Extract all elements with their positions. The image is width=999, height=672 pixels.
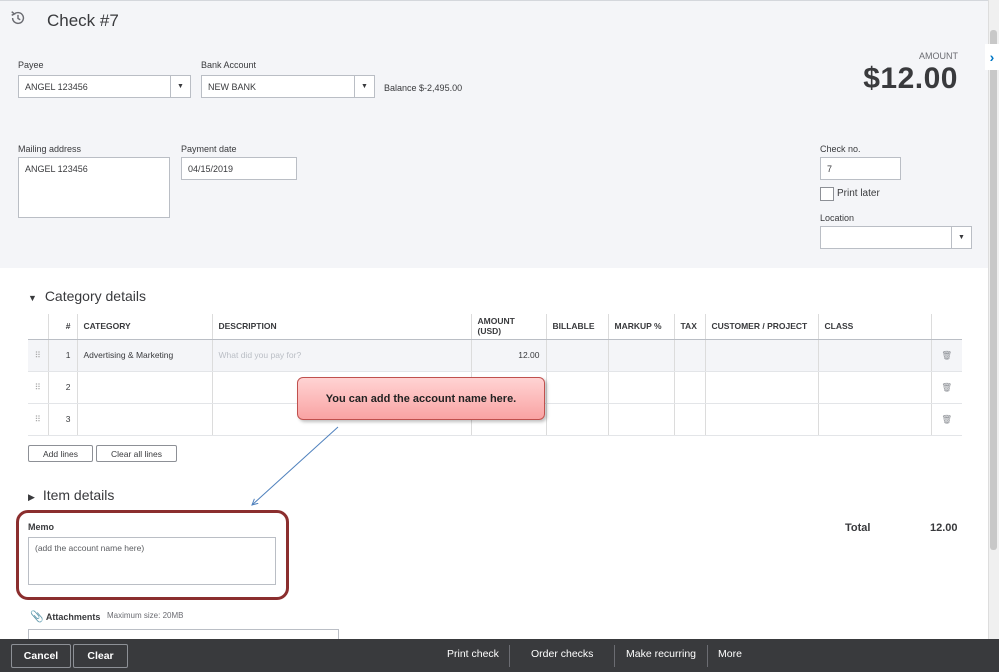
print-check-link[interactable]: Print check xyxy=(447,648,499,660)
column-header: TAX xyxy=(674,314,706,340)
row-number: 2 xyxy=(48,371,78,404)
cancel-button[interactable]: Cancel xyxy=(11,644,71,668)
mailing-address-field[interactable]: ANGEL 123456 xyxy=(18,157,170,218)
column-header: AMOUNT (USD) xyxy=(471,314,547,340)
mailing-address-label: Mailing address xyxy=(18,144,82,154)
caret-right-icon[interactable]: ▶ xyxy=(28,492,35,502)
table-header-row: # CATEGORY DESCRIPTION AMOUNT (USD) BILL… xyxy=(28,314,962,340)
scrollbar[interactable] xyxy=(988,0,999,640)
attachments-max-size: Maximum size: 20MB xyxy=(107,611,184,620)
trash-icon[interactable]: 🗑 xyxy=(931,339,962,372)
row-number: 1 xyxy=(48,339,78,372)
tax-cell[interactable] xyxy=(674,371,706,404)
class-cell[interactable] xyxy=(818,403,932,436)
attachments-text: Attachments xyxy=(45,612,101,622)
actions-column-header xyxy=(931,314,962,340)
chevron-down-icon[interactable]: ▼ xyxy=(170,76,190,97)
chevron-right-icon[interactable]: › xyxy=(985,44,999,70)
page-title: Check #7 xyxy=(47,11,119,30)
bank-account-label: Bank Account xyxy=(201,60,257,70)
item-details-header[interactable]: ▶ Item details xyxy=(28,487,114,503)
payee-select[interactable]: ANGEL 123456 ▼ xyxy=(18,75,191,98)
tax-cell[interactable] xyxy=(674,403,706,436)
footer-bar xyxy=(0,639,999,672)
order-checks-link[interactable]: Order checks xyxy=(531,648,593,660)
footer-divider xyxy=(707,645,708,667)
attachments-label: 📎 Attachments xyxy=(30,610,100,623)
drag-column-header xyxy=(28,314,49,340)
markup-cell[interactable] xyxy=(608,371,675,404)
class-cell[interactable] xyxy=(818,339,932,372)
chevron-down-icon[interactable]: ▼ xyxy=(354,76,374,97)
drag-handle-icon[interactable]: ⠿ xyxy=(28,403,49,436)
column-header: DESCRIPTION xyxy=(212,314,472,340)
amount-value: $12.00 xyxy=(863,62,958,95)
payee-label: Payee xyxy=(18,60,44,70)
memo-highlight xyxy=(16,510,289,600)
amount-label: AMOUNT xyxy=(919,51,958,61)
bank-account-value: NEW BANK xyxy=(208,82,257,92)
location-label: Location xyxy=(820,213,855,223)
category-cell[interactable] xyxy=(77,403,213,436)
billable-cell[interactable] xyxy=(546,339,609,372)
total-value: 12.00 xyxy=(930,522,958,534)
table-row[interactable]: ⠿ 1 Advertising & Marketing What did you… xyxy=(28,339,962,372)
history-icon[interactable] xyxy=(9,9,27,27)
location-select[interactable]: ▼ xyxy=(820,226,972,249)
item-details-title: Item details xyxy=(42,487,115,503)
balance: Balance $-2,495.00 xyxy=(384,83,462,93)
footer-divider xyxy=(614,645,615,667)
drag-handle-icon[interactable]: ⠿ xyxy=(28,339,49,372)
drag-handle-icon[interactable]: ⠿ xyxy=(28,371,49,404)
trash-icon[interactable]: 🗑 xyxy=(931,403,962,436)
description-cell[interactable]: What did you pay for? xyxy=(212,339,472,372)
scrollbar-thumb[interactable] xyxy=(990,30,997,550)
column-header: CATEGORY xyxy=(77,314,213,340)
category-cell[interactable]: Advertising & Marketing xyxy=(77,339,213,372)
category-cell[interactable] xyxy=(77,371,213,404)
column-header: CUSTOMER / PROJECT xyxy=(705,314,819,340)
more-link[interactable]: More xyxy=(718,648,742,660)
tax-cell[interactable] xyxy=(674,339,706,372)
payee-value: ANGEL 123456 xyxy=(25,82,88,92)
category-details-title: Category details xyxy=(44,288,146,304)
column-header: CLASS xyxy=(818,314,932,340)
clear-button[interactable]: Clear xyxy=(73,644,128,668)
row-number: 3 xyxy=(48,403,78,436)
markup-cell[interactable] xyxy=(608,403,675,436)
footer-divider xyxy=(509,645,510,667)
class-cell[interactable] xyxy=(818,371,932,404)
amount-cell[interactable]: 12.00 xyxy=(471,339,547,372)
customer-cell[interactable] xyxy=(705,339,819,372)
billable-cell[interactable] xyxy=(546,371,609,404)
balance-value: $-2,495.00 xyxy=(419,83,463,93)
balance-label: Balance xyxy=(384,83,417,93)
payment-date-field[interactable]: 04/15/2019 xyxy=(181,157,297,180)
print-later-checkbox[interactable] xyxy=(820,187,834,201)
add-lines-button[interactable]: Add lines xyxy=(28,445,93,462)
trash-icon[interactable]: 🗑 xyxy=(931,371,962,404)
category-details-header[interactable]: ▼ Category details xyxy=(28,288,146,304)
check-no-field[interactable]: 7 xyxy=(820,157,901,180)
caret-down-icon[interactable]: ▼ xyxy=(28,293,37,303)
customer-cell[interactable] xyxy=(705,371,819,404)
column-header: # xyxy=(48,314,78,340)
make-recurring-link[interactable]: Make recurring xyxy=(626,648,696,660)
markup-cell[interactable] xyxy=(608,339,675,372)
paperclip-icon: 📎 xyxy=(30,611,44,623)
billable-cell[interactable] xyxy=(546,403,609,436)
column-header: BILLABLE xyxy=(546,314,609,340)
clear-all-lines-button[interactable]: Clear all lines xyxy=(96,445,177,462)
annotation-callout: You can add the account name here. xyxy=(297,377,545,420)
payment-date-label: Payment date xyxy=(181,144,237,154)
check-no-label: Check no. xyxy=(820,144,861,154)
print-later-label: Print later xyxy=(837,188,880,199)
column-header: MARKUP % xyxy=(608,314,675,340)
customer-cell[interactable] xyxy=(705,403,819,436)
total-label: Total xyxy=(845,522,871,534)
bank-account-select[interactable]: NEW BANK ▼ xyxy=(201,75,375,98)
chevron-down-icon[interactable]: ▼ xyxy=(951,227,971,248)
